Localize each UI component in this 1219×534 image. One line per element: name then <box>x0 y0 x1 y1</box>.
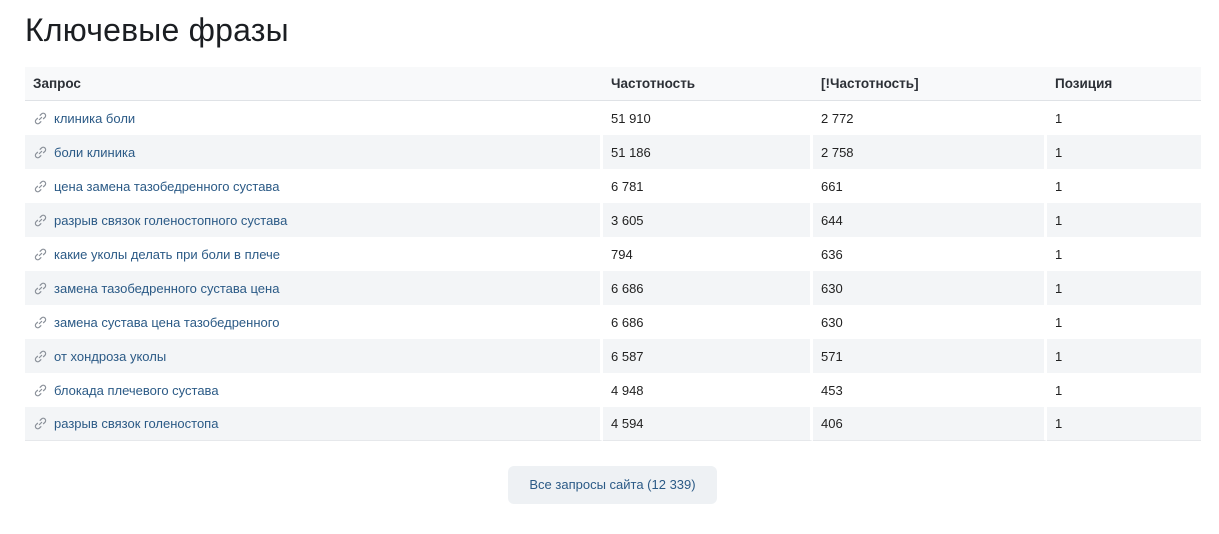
query-cell: разрыв связок голеностопа <box>25 407 603 441</box>
table-row: цена замена тазобедренного сустава 6 781 6… <box>25 169 1201 203</box>
link-icon[interactable] <box>33 213 48 228</box>
exact-frequency-cell: 453 <box>813 373 1047 407</box>
query-link[interactable]: цена замена тазобедренного сустава <box>54 179 279 194</box>
exact-frequency-cell: 571 <box>813 339 1047 373</box>
frequency-cell: 6 781 <box>603 169 813 203</box>
header-query[interactable]: Запрос <box>25 67 603 101</box>
frequency-cell: 794 <box>603 237 813 271</box>
exact-frequency-cell: 630 <box>813 271 1047 305</box>
query-cell-content: блокада плечевого сустава <box>33 383 592 398</box>
link-icon[interactable] <box>33 247 48 262</box>
query-cell: замена сустава цена тазобедренного <box>25 305 603 339</box>
query-link[interactable]: боли клиника <box>54 145 135 160</box>
position-cell: 1 <box>1047 271 1201 305</box>
position-cell: 1 <box>1047 135 1201 169</box>
link-icon[interactable] <box>33 315 48 330</box>
header-position[interactable]: Позиция <box>1047 67 1201 101</box>
frequency-cell: 6 686 <box>603 271 813 305</box>
link-icon[interactable] <box>33 281 48 296</box>
frequency-cell: 51 186 <box>603 135 813 169</box>
query-link[interactable]: от хондроза уколы <box>54 349 166 364</box>
query-cell-content: от хондроза уколы <box>33 349 592 364</box>
position-cell: 1 <box>1055 110 1063 126</box>
query-link[interactable]: какие уколы делать при боли в плече <box>54 247 280 262</box>
query-cell: клиника боли <box>25 101 603 135</box>
all-queries-wrap: Все запросы сайта (12 339) <box>508 466 717 504</box>
query-cell: какие уколы делать при боли в плече <box>25 237 603 271</box>
query-cell-content: клиника боли <box>33 111 592 126</box>
query-cell-content: какие уколы делать при боли в плече <box>33 247 592 262</box>
query-cell: от хондроза уколы <box>25 339 603 373</box>
page-title: Ключевые фразы <box>25 12 289 48</box>
link-icon[interactable] <box>33 383 48 398</box>
query-cell-content: цена замена тазобедренного сустава <box>33 179 592 194</box>
link-icon[interactable] <box>33 145 48 160</box>
table-row: разрыв связок голеностопного сустава 3 60… <box>25 203 1201 237</box>
query-cell: блокада плечевого сустава <box>25 373 603 407</box>
table-row: блокада плечевого сустава 4 948 453 1 <box>25 373 1201 407</box>
table-row: замена тазобедренного сустава цена 6 686 6… <box>25 271 1201 305</box>
table-row: от хондроза уколы 6 587 571 1 <box>25 339 1201 373</box>
all-queries-button[interactable]: Все запросы сайта (12 339) <box>508 466 717 504</box>
position-cell: 1 <box>1047 339 1201 373</box>
link-icon[interactable] <box>33 179 48 194</box>
query-link[interactable]: разрыв связок голеностопного сустава <box>54 213 287 228</box>
header-exact-frequency[interactable]: [!Частотность] <box>813 67 1047 101</box>
query-cell: боли клиника <box>25 135 603 169</box>
position-cell: 1 <box>1055 314 1063 330</box>
frequency-cell: 3 605 <box>603 203 813 237</box>
table-row: какие уколы делать при боли в плече 794 63… <box>25 237 1201 271</box>
exact-frequency-cell: 2 758 <box>813 135 1047 169</box>
frequency-cell: 4 948 <box>603 373 813 407</box>
query-link[interactable]: блокада плечевого сустава <box>54 383 219 398</box>
query-cell-content: замена тазобедренного сустава цена <box>33 281 592 296</box>
query-cell-content: разрыв связок голеностопного сустава <box>33 213 592 228</box>
keywords-table: Запрос Частотность [!Частотность] Позици… <box>25 67 1201 441</box>
frequency-cell: 4 594 <box>603 407 813 441</box>
query-cell: разрыв связок голеностопного сустава <box>25 203 603 237</box>
link-icon[interactable] <box>33 416 48 431</box>
query-link[interactable]: замена тазобедренного сустава цена <box>54 281 279 296</box>
position-cell: 1 <box>1055 178 1063 194</box>
query-link[interactable]: замена сустава цена тазобедренного <box>54 315 279 330</box>
frequency-cell: 6 686 <box>603 305 813 339</box>
query-cell-content: разрыв связок голеностопа <box>33 416 592 431</box>
header-frequency[interactable]: Частотность <box>603 67 813 101</box>
query-cell: замена тазобедренного сустава цена <box>25 271 603 305</box>
table-body: клиника боли 51 910 2 772 1 боли клиника 51 1… <box>25 101 1201 441</box>
exact-frequency-cell: 636 <box>813 237 1047 271</box>
position-cell: 1 <box>1047 203 1201 237</box>
frequency-cell: 51 910 <box>603 101 813 135</box>
table-row: боли клиника 51 186 2 758 1 <box>25 135 1201 169</box>
frequency-cell: 6 587 <box>603 339 813 373</box>
position-cell: 1 <box>1047 407 1201 441</box>
query-cell: цена замена тазобедренного сустава <box>25 169 603 203</box>
position-cell: 1 <box>1055 382 1063 398</box>
query-cell-content: замена сустава цена тазобедренного <box>33 315 592 330</box>
link-icon[interactable] <box>33 349 48 364</box>
exact-frequency-cell: 661 <box>813 169 1047 203</box>
exact-frequency-cell: 644 <box>813 203 1047 237</box>
table-row: клиника боли 51 910 2 772 1 <box>25 101 1201 135</box>
exact-frequency-cell: 406 <box>813 407 1047 441</box>
exact-frequency-cell: 2 772 <box>813 101 1047 135</box>
exact-frequency-cell: 630 <box>813 305 1047 339</box>
query-link[interactable]: клиника боли <box>54 111 135 126</box>
table-header-row: Запрос Частотность [!Частотность] Позици… <box>25 67 1201 101</box>
table-row: разрыв связок голеностопа 4 594 406 1 <box>25 407 1201 441</box>
table-row: замена сустава цена тазобедренного 6 686 6… <box>25 305 1201 339</box>
page: Ключевые фразы Запрос Частотность [!Част… <box>0 0 1219 534</box>
query-link[interactable]: разрыв связок голеностопа <box>54 416 218 431</box>
query-cell-content: боли клиника <box>33 145 592 160</box>
position-cell: 1 <box>1055 246 1063 262</box>
link-icon[interactable] <box>33 111 48 126</box>
